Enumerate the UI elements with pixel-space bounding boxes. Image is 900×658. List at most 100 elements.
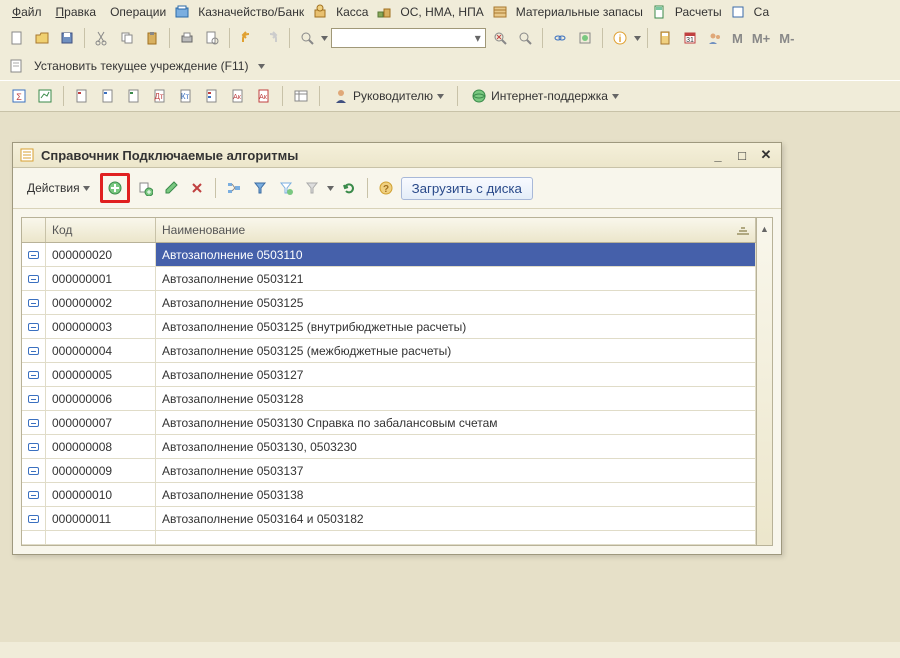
cell-name: Автозаполнение 0503128 <box>156 387 756 410</box>
load-from-disk-button[interactable]: Загрузить с диска <box>401 177 533 200</box>
paste-icon[interactable] <box>141 27 163 49</box>
separator <box>289 28 290 48</box>
filter-button-1[interactable] <box>249 177 271 199</box>
tool-icon-10[interactable]: Ак <box>253 85 275 107</box>
table-row[interactable]: 000000003Автозаполнение 0503125 (внутриб… <box>22 315 756 339</box>
help-button[interactable]: ? <box>375 177 397 199</box>
window-titlebar[interactable]: Справочник Подключаемые алгоритмы _ □ ✕ <box>13 143 781 168</box>
col-header-name[interactable]: Наименование <box>156 218 756 242</box>
menu-more[interactable]: Са <box>748 3 775 21</box>
col-header-code[interactable]: Код <box>46 218 156 242</box>
tool-icon-9[interactable]: Ак <box>227 85 249 107</box>
open-icon[interactable] <box>31 27 53 49</box>
calculator-icon[interactable] <box>654 27 676 49</box>
tool-icon-5[interactable] <box>123 85 145 107</box>
table-row[interactable]: 000000020Автозаполнение 0503110 <box>22 243 756 267</box>
search-input[interactable]: ▾ <box>331 28 486 48</box>
memory-mminus-button[interactable]: M- <box>776 31 797 46</box>
tool-icon-7[interactable]: Кт <box>175 85 197 107</box>
new-doc-icon[interactable] <box>6 27 28 49</box>
menu-calculations[interactable]: Расчеты <box>669 3 728 21</box>
zoom-icon[interactable] <box>296 27 318 49</box>
close-button[interactable]: ✕ <box>757 147 775 163</box>
menu-fixed-assets[interactable]: ОС, НМА, НПА <box>394 3 489 21</box>
cut-icon[interactable] <box>91 27 113 49</box>
row-marker-icon <box>22 411 46 434</box>
cell-name: Автозаполнение 0503110 <box>156 243 756 266</box>
table-row[interactable]: 000000001Автозаполнение 0503121 <box>22 267 756 291</box>
link-icon[interactable] <box>549 27 571 49</box>
tool-icon-8[interactable] <box>201 85 223 107</box>
add-button[interactable] <box>104 177 126 199</box>
find-next-icon[interactable] <box>514 27 536 49</box>
manager-link[interactable]: Руководителю <box>327 86 450 106</box>
filter-button-2[interactable] <box>275 177 297 199</box>
undo-icon[interactable] <box>236 27 258 49</box>
grid-container: Код Наименование 000000020Автозаполнение… <box>13 209 781 554</box>
tool-icon-1[interactable]: Σ <box>8 85 30 107</box>
table-row[interactable]: 000000006Автозаполнение 0503128 <box>22 387 756 411</box>
maximize-button[interactable]: □ <box>733 147 751 163</box>
set-institution-button[interactable]: Установить текущее учреждение (F11) <box>30 57 252 75</box>
menu-cashdesk[interactable]: Касса <box>330 3 374 21</box>
grid-header: Код Наименование <box>22 218 756 243</box>
hierarchy-button[interactable] <box>223 177 245 199</box>
menu-treasury[interactable]: Казначейство/Банк <box>192 3 310 21</box>
table-row[interactable]: 000000009Автозаполнение 0503137 <box>22 459 756 483</box>
table-row[interactable] <box>22 531 756 545</box>
row-marker-icon <box>22 387 46 410</box>
dropdown-arrow-icon[interactable] <box>327 186 334 191</box>
filter-clear-button[interactable] <box>301 177 323 199</box>
search-field[interactable] <box>332 31 471 45</box>
menu-file[interactable]: Файл <box>6 3 48 21</box>
dropdown-arrow-icon[interactable] <box>321 36 328 41</box>
copy-icon[interactable] <box>116 27 138 49</box>
tool-icon-3[interactable] <box>71 85 93 107</box>
memory-m-button[interactable]: M <box>729 31 746 46</box>
search-dropdown-icon[interactable]: ▾ <box>471 31 485 45</box>
clear-search-icon[interactable] <box>489 27 511 49</box>
table-row[interactable]: 000000002Автозаполнение 0503125 <box>22 291 756 315</box>
info-icon[interactable]: i <box>609 27 631 49</box>
scrollbar[interactable]: ▲ <box>757 217 773 546</box>
table-row[interactable]: 000000008Автозаполнение 0503130, 0503230 <box>22 435 756 459</box>
menu-materials[interactable]: Материальные запасы <box>510 3 649 21</box>
separator <box>542 28 543 48</box>
menu-edit[interactable]: Правка <box>50 3 103 21</box>
data-grid[interactable]: Код Наименование 000000020Автозаполнение… <box>21 217 757 546</box>
tool-icon-6[interactable]: Дт <box>149 85 171 107</box>
table-row[interactable]: 000000004Автозаполнение 0503125 (межбюдж… <box>22 339 756 363</box>
scroll-up-icon[interactable]: ▲ <box>760 224 769 234</box>
redo-icon[interactable] <box>261 27 283 49</box>
delete-button[interactable] <box>186 177 208 199</box>
print-icon[interactable] <box>176 27 198 49</box>
col-header-icon[interactable] <box>22 218 46 242</box>
actions-dropdown[interactable]: Действия <box>21 179 96 197</box>
internet-support-link[interactable]: Интернет-поддержка <box>465 86 625 106</box>
tool-icon-11[interactable] <box>290 85 312 107</box>
preview-icon[interactable] <box>201 27 223 49</box>
cell-name: Автозаполнение 0503130, 0503230 <box>156 435 756 458</box>
dropdown-arrow-icon[interactable] <box>258 64 265 69</box>
row-marker-icon <box>22 339 46 362</box>
main-toolbar: ▾ i 31 M M+ M- <box>0 24 900 52</box>
table-row[interactable]: 000000007Автозаполнение 0503130 Справка … <box>22 411 756 435</box>
save-icon[interactable] <box>56 27 78 49</box>
menu-operations[interactable]: Операции <box>104 3 172 21</box>
edit-button[interactable] <box>160 177 182 199</box>
fixed-assets-icon <box>376 4 392 20</box>
memory-mplus-button[interactable]: M+ <box>749 31 773 46</box>
table-row[interactable]: 000000010Автозаполнение 0503138 <box>22 483 756 507</box>
add-copy-button[interactable] <box>134 177 156 199</box>
users-icon[interactable] <box>704 27 726 49</box>
table-row[interactable]: 000000011Автозаполнение 0503164 и 050318… <box>22 507 756 531</box>
tool-icon-2[interactable] <box>34 85 56 107</box>
refresh-button[interactable] <box>338 177 360 199</box>
calendar-icon[interactable]: 31 <box>679 27 701 49</box>
attach-icon[interactable] <box>574 27 596 49</box>
tool-icon-4[interactable] <box>97 85 119 107</box>
actions-label: Действия <box>27 181 80 195</box>
dropdown-arrow-icon[interactable] <box>634 36 641 41</box>
table-row[interactable]: 000000005Автозаполнение 0503127 <box>22 363 756 387</box>
minimize-button[interactable]: _ <box>709 147 727 163</box>
